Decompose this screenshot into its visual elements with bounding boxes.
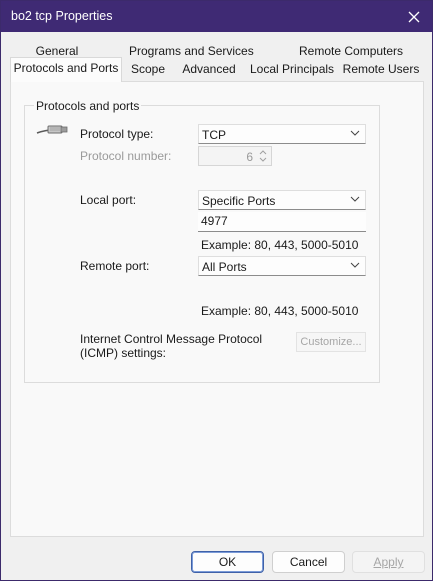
- tab-local-principals[interactable]: Local Principals: [250, 60, 335, 78]
- tab-advanced[interactable]: Advanced: [181, 60, 237, 78]
- protocol-number-stepper[interactable]: 6: [198, 146, 272, 166]
- tab-remote-users[interactable]: Remote Users: [342, 60, 420, 78]
- protocol-number-label: Protocol number:: [80, 149, 172, 163]
- network-cable-icon: [36, 125, 68, 134]
- tab-label: Remote Users: [342, 62, 420, 76]
- remote-port-select[interactable]: All Ports: [198, 256, 366, 276]
- tab-protocols-and-ports[interactable]: Protocols and Ports: [10, 57, 122, 82]
- icmp-label-line1: Internet Control Message Protocol: [80, 332, 263, 346]
- group-legend: Protocols and ports: [34, 99, 142, 113]
- tab-label: Local Principals: [250, 62, 335, 76]
- title-bar: bo2 tcp Properties: [1, 1, 432, 32]
- chevron-down-icon: [350, 130, 360, 136]
- chevron-down-icon: [350, 262, 360, 268]
- tab-label: Scope: [130, 62, 166, 76]
- tab-label: Remote Computers: [299, 44, 404, 58]
- cancel-button[interactable]: Cancel: [272, 551, 345, 573]
- remote-port-label: Remote port:: [80, 259, 150, 273]
- close-icon: [408, 11, 420, 22]
- local-port-select[interactable]: Specific Ports: [198, 190, 366, 210]
- ok-button[interactable]: OK: [191, 551, 264, 573]
- window-title: bo2 tcp Properties: [11, 9, 113, 23]
- tab-panel-protocols-and-ports: Protocols and ports Protocol type: TCP P…: [10, 81, 424, 537]
- protocol-type-value: TCP: [202, 128, 226, 142]
- tab-label: Protocols and Ports: [13, 61, 119, 75]
- local-port-input[interactable]: 4977: [198, 212, 366, 232]
- local-port-mode: Specific Ports: [202, 194, 276, 208]
- close-button[interactable]: [396, 1, 432, 32]
- customize-button[interactable]: Customize...: [296, 332, 366, 352]
- local-port-example: Example: 80, 443, 5000-5010: [201, 238, 359, 252]
- tab-label: Advanced: [182, 62, 236, 76]
- protocols-and-ports-group: Protocols and ports Protocol type: TCP P…: [24, 99, 380, 383]
- remote-port-example: Example: 80, 443, 5000-5010: [201, 304, 359, 318]
- properties-dialog: bo2 tcp Properties General Programs and …: [0, 0, 433, 581]
- local-port-value: 4977: [201, 214, 228, 228]
- local-port-label: Local port:: [80, 193, 137, 207]
- tab-remote-computers[interactable]: Remote Computers: [299, 42, 404, 60]
- tab-scope[interactable]: Scope: [128, 60, 168, 78]
- apply-button[interactable]: Apply: [352, 551, 425, 573]
- tab-programs-and-services[interactable]: Programs and Services: [129, 42, 254, 60]
- remote-port-mode: All Ports: [202, 260, 247, 274]
- protocol-type-select[interactable]: TCP: [198, 124, 366, 144]
- tab-label: General: [35, 44, 79, 58]
- spin-arrows-icon: [259, 150, 267, 162]
- protocol-type-label: Protocol type:: [80, 127, 154, 141]
- chevron-down-icon: [350, 196, 360, 202]
- tab-label: Programs and Services: [129, 44, 254, 58]
- icmp-label-line2: (ICMP) settings:: [80, 346, 167, 360]
- protocol-number-value: 6: [246, 150, 253, 164]
